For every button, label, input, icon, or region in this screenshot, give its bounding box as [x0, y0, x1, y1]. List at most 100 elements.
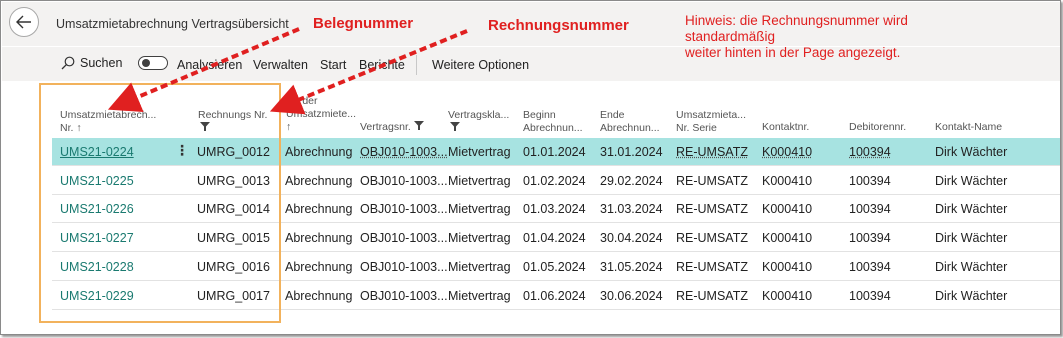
column-header-art[interactable]: Art der Umsatzmiete... ↑ — [286, 95, 356, 134]
cell-rechnung: UMRG_0013 — [197, 173, 270, 188]
filter-icon — [450, 122, 460, 131]
cell-vertragsklasse: Mietvertrag — [448, 173, 511, 188]
column-header-rechnung[interactable]: Rechnungs Nr. — [198, 109, 267, 135]
cell-kontakt-name: Dirk Wächter — [935, 202, 1008, 217]
column-header-art-line3: ↑ — [286, 121, 292, 133]
table-row[interactable]: UMS21-0228 UMRG_0016 Abrechnung OBJ010-1003… — [52, 253, 1060, 281]
more-options-menu[interactable]: Weitere Optionen — [432, 58, 529, 72]
cell-rechnung: UMRG_0014 — [197, 202, 270, 217]
cell-kontaktnr: K000410 — [762, 288, 813, 303]
column-header-ende[interactable]: Ende Abrechnun... — [600, 109, 660, 135]
search-icon — [61, 56, 75, 70]
cell-ende: 30.06.2024 — [600, 288, 663, 303]
cell-ende: 31.03.2024 — [600, 202, 663, 217]
column-header-ende-line2: Abrechnun... — [600, 122, 660, 134]
table-row[interactable]: UMS21-0227 UMRG_0015 Abrechnung OBJ010-1003… — [52, 224, 1060, 253]
cell-art: Abrechnung — [285, 145, 353, 159]
annotation-hint-line1: Hinweis: die Rechnungsnummer wird standa… — [685, 13, 908, 44]
cell-nr[interactable]: UMS21-0229 — [60, 289, 134, 303]
column-header-kontaktnr[interactable]: Kontaktnr. — [762, 121, 809, 134]
reports-menu[interactable]: Berichte — [359, 58, 405, 72]
cell-vertragsnr: OBJ010-1003... — [360, 145, 448, 159]
cell-debitorennr: 100394 — [849, 231, 891, 246]
cell-beginn: 01.04.2024 — [523, 231, 586, 246]
cell-kontaktnr: K000410 — [762, 259, 813, 274]
column-header-ende-line1: Ende — [600, 109, 625, 121]
analyze-label[interactable]: Analysieren — [177, 58, 242, 72]
cell-nr[interactable]: UMS21-0228 — [60, 260, 134, 274]
cell-debitorennr: 100394 — [849, 288, 891, 303]
search-button[interactable]: Suchen — [61, 56, 122, 70]
column-header-beginn[interactable]: Beginn Abrechnun... — [523, 109, 583, 135]
cell-kontakt-name: Dirk Wächter — [935, 259, 1008, 274]
cell-vertragsklasse: Mietvertrag — [448, 231, 511, 246]
column-header-debitorennr[interactable]: Debitorennr. — [849, 121, 906, 134]
table-row[interactable]: UMS21-0229 UMRG_0017 Abrechnung OBJ010-1003… — [52, 282, 1060, 310]
cell-kontaktnr: K000410 — [762, 231, 813, 246]
cell-ende: 30.04.2024 — [600, 231, 663, 246]
cell-vertragsklasse: Mietvertrag — [448, 259, 511, 274]
list-grid: Umsatzmietabrech... Nr. ↑ Rechnungs Nr. … — [2, 81, 1060, 334]
start-menu[interactable]: Start — [320, 58, 346, 72]
table-row[interactable]: UMS21-0225 UMRG_0013 Abrechnung OBJ010-1003… — [52, 167, 1060, 195]
column-header-vertragsnr[interactable]: Vertragsnr. — [360, 121, 424, 134]
toggle-knob — [142, 59, 150, 67]
cell-vertragsnr: OBJ010-1003... — [360, 288, 448, 303]
column-header-vertragsklasse[interactable]: Vertragskla... — [448, 109, 509, 135]
cell-beginn: 01.05.2024 — [523, 259, 586, 274]
cell-kontakt-name: Dirk Wächter — [935, 173, 1008, 188]
cell-beginn: 01.02.2024 — [523, 173, 586, 188]
window-frame: Umsatzmietabrechnung Vertragsübersicht S… — [0, 0, 1061, 335]
table-row[interactable]: UMS21-0226 UMRG_0014 Abrechnung OBJ010-1003… — [52, 195, 1060, 224]
cell-debitorennr: 100394 — [849, 202, 891, 217]
annotation-rechnungsnummer: Rechnungsnummer — [488, 17, 629, 34]
table-row[interactable]: UMS21-0224 UMRG_0012 Abrechnung OBJ010-1003… — [52, 138, 1060, 166]
cell-rechnung: UMRG_0015 — [197, 231, 270, 246]
column-header-rechnung-label: Rechnungs Nr. — [198, 109, 268, 121]
cell-serie: RE-UMSATZ — [676, 145, 748, 159]
cell-nr[interactable]: UMS21-0227 — [60, 231, 134, 245]
cell-nr[interactable]: UMS21-0225 — [60, 174, 134, 188]
annotation-belegnummer: Belegnummer — [313, 15, 414, 32]
column-header-beginn-line2: Abrechnun... — [523, 122, 583, 134]
cell-nr[interactable]: UMS21-0226 — [60, 202, 134, 216]
cell-vertragsnr: OBJ010-1003... — [360, 231, 448, 246]
cell-serie: RE-UMSATZ — [676, 259, 748, 274]
cell-vertragsklasse: Mietvertrag — [448, 202, 511, 217]
column-header-nr-line1: Umsatzmietabrech... — [60, 109, 157, 121]
cell-ende: 31.01.2024 — [600, 145, 663, 159]
column-header-nr-line2: Nr. ↑ — [60, 122, 82, 134]
cell-beginn: 01.01.2024 — [523, 145, 586, 159]
cell-vertragsnr: OBJ010-1003... — [360, 202, 448, 217]
column-header-kontakt-name[interactable]: Kontakt-Name — [935, 121, 1002, 134]
manage-menu[interactable]: Verwalten — [253, 58, 308, 72]
cell-rechnung: UMRG_0016 — [197, 259, 270, 274]
cell-art: Abrechnung — [285, 259, 353, 274]
column-header-nr[interactable]: Umsatzmietabrech... Nr. ↑ — [60, 109, 156, 135]
cell-art: Abrechnung — [285, 231, 353, 246]
analyze-toggle[interactable] — [138, 56, 168, 70]
annotation-hint-line2: weiter hinten in der Page angezeigt. — [685, 45, 901, 60]
search-label: Suchen — [80, 56, 123, 70]
filter-icon — [413, 121, 424, 130]
cell-art: Abrechnung — [285, 288, 353, 303]
cell-vertragsklasse: Mietvertrag — [448, 145, 511, 159]
column-header-art-line2: Umsatzmiete... — [286, 108, 357, 120]
back-button[interactable] — [9, 7, 39, 37]
annotation-hint: Hinweis: die Rechnungsnummer wird standa… — [685, 13, 935, 61]
cell-serie: RE-UMSATZ — [676, 202, 748, 217]
cell-kontakt-name: Dirk Wächter — [935, 145, 1008, 159]
column-header-serie[interactable]: Umsatzmieta... Nr. Serie — [676, 109, 746, 135]
cell-kontaktnr: K000410 — [762, 145, 813, 159]
toolbar-divider — [416, 55, 417, 75]
cell-vertragsnr: OBJ010-1003... — [360, 173, 448, 188]
cell-debitorennr: 100394 — [849, 259, 891, 274]
cell-kontakt-name: Dirk Wächter — [935, 288, 1008, 303]
cell-art: Abrechnung — [285, 202, 353, 217]
cell-rechnung: UMRG_0017 — [197, 288, 270, 303]
cell-nr[interactable]: UMS21-0224 — [60, 145, 134, 159]
vertical-ellipsis-icon[interactable]: ⋮ — [175, 142, 189, 159]
column-header-vertragsklasse-label: Vertragskla... — [448, 109, 510, 121]
cell-debitorennr: 100394 — [849, 145, 891, 159]
column-header-serie-line1: Umsatzmieta... — [676, 109, 747, 121]
